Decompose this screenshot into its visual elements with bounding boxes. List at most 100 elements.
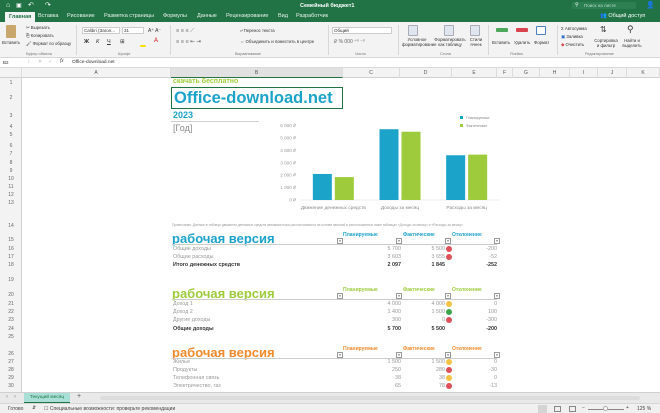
row-header-11[interactable]: 11 <box>0 184 22 190</box>
tab-draw[interactable]: Рисование <box>67 13 95 19</box>
copy-button[interactable]: ⎘ Копировать <box>26 33 54 38</box>
share-button[interactable]: 👥 Общий доступ <box>600 13 645 19</box>
row-header-21[interactable]: 21 <box>0 301 22 307</box>
row-header-4[interactable]: 4 <box>0 124 22 130</box>
fill-color-icon[interactable] <box>140 45 146 47</box>
find-select-button[interactable]: Найти и выделить <box>620 38 644 48</box>
cell-styles-button[interactable]: Стили ячеек <box>468 37 484 47</box>
increase-font-icon[interactable]: A⁺ A⁻ <box>148 28 161 34</box>
sort-filter-button[interactable]: Сортировка и фильтр <box>594 38 618 48</box>
redo-icon[interactable]: ↷ <box>45 1 51 9</box>
paste-icon[interactable] <box>6 25 16 38</box>
tab-data[interactable]: Данные <box>197 13 217 19</box>
row-header-26[interactable]: 26 <box>0 351 22 357</box>
search-box[interactable]: ⚲ Поиск на листе <box>572 2 636 9</box>
borders-icon[interactable]: ⊞ <box>120 39 125 45</box>
bold-icon[interactable]: Ж <box>84 39 89 45</box>
row-header-9[interactable]: 9 <box>0 168 22 174</box>
font-size-select[interactable]: 31 <box>122 27 144 34</box>
accessibility-status[interactable]: ☐ Специальные возможности: проверьте рек… <box>44 406 175 412</box>
scroll-right-icon[interactable]: › <box>14 394 16 400</box>
enter-icon[interactable]: ✓ <box>48 59 52 65</box>
conditional-format-icon[interactable] <box>408 25 418 36</box>
row-header-15[interactable]: 15 <box>0 237 22 243</box>
name-box[interactable]: B2 <box>3 60 9 65</box>
row-header-8[interactable]: 8 <box>0 160 22 166</box>
align-top-icons[interactable]: ≡ ≡ ≡ ⟋ <box>176 28 194 35</box>
row-header-14[interactable]: 14 <box>0 223 22 229</box>
row-header-23[interactable]: 23 <box>0 317 22 323</box>
tab-formulas[interactable]: Формулы <box>163 13 187 19</box>
row-header-13[interactable]: 13 <box>0 200 22 206</box>
column-header-k[interactable]: K <box>627 68 660 78</box>
tab-developer[interactable]: Разработчик <box>296 13 328 19</box>
save-icon[interactable]: ▣ <box>16 2 22 9</box>
tab-insert[interactable]: Вставка <box>38 13 58 19</box>
zoom-out-button[interactable]: − <box>582 405 585 411</box>
insert-cells-icon[interactable] <box>496 28 508 32</box>
column-header-b[interactable]: B <box>171 68 343 78</box>
format-cells-icon[interactable] <box>536 26 546 35</box>
column-header-d[interactable]: D <box>400 68 452 78</box>
number-format-select[interactable]: Общий <box>332 27 392 34</box>
row-header-30[interactable]: 30 <box>0 383 22 389</box>
format-as-table-button[interactable]: Форматировать как таблицу <box>434 37 466 47</box>
page-break-view-icon[interactable] <box>569 406 576 412</box>
insert-cells-button[interactable]: Вставить <box>492 40 510 45</box>
font-color-icon[interactable]: A <box>154 38 158 44</box>
row-header-28[interactable]: 28 <box>0 367 22 373</box>
horizontal-scrollbar[interactable] <box>100 396 640 400</box>
zoom-in-button[interactable]: + <box>626 405 629 411</box>
paste-button[interactable]: Вставить <box>2 40 20 45</box>
number-format-icons[interactable]: ₽ % 000 ⁺⁰ ⁻⁰ <box>334 39 365 45</box>
row-header-27[interactable]: 27 <box>0 359 22 365</box>
row-header-5[interactable]: 5 <box>0 132 22 138</box>
underline-icon[interactable]: Ч <box>107 39 111 45</box>
clear-button[interactable]: ◆ Очистить <box>561 42 584 48</box>
column-header-a[interactable]: A <box>22 68 171 78</box>
row-header-16[interactable]: 16 <box>0 246 22 252</box>
undo-icon[interactable]: ↶ <box>28 1 34 9</box>
column-header-j[interactable]: J <box>598 68 627 78</box>
column-header-h[interactable]: H <box>540 68 570 78</box>
tab-view[interactable]: Вид <box>278 13 288 19</box>
select-all-corner[interactable] <box>0 68 22 78</box>
cell-styles-icon[interactable] <box>470 25 480 36</box>
row-header-20[interactable]: 20 <box>0 292 22 298</box>
sheet-tab-current-month[interactable]: Текущий месяц <box>24 393 70 403</box>
selected-cell-b2[interactable]: Office-download.net <box>171 87 343 109</box>
row-header-25[interactable]: 25 <box>0 334 22 340</box>
row-header-2[interactable]: 2 <box>0 95 22 101</box>
row-header-29[interactable]: 29 <box>0 375 22 381</box>
tab-review[interactable]: Рецензирование <box>226 13 268 19</box>
cancel-icon[interactable]: ✕ <box>38 59 42 65</box>
column-header-e[interactable]: E <box>452 68 497 78</box>
row-header-10[interactable]: 10 <box>0 176 22 182</box>
formula-input[interactable]: Office-download.net <box>72 60 115 65</box>
format-table-icon[interactable] <box>444 25 454 36</box>
merge-center-button[interactable]: ⇔ Объединить и поместить в центре <box>240 39 314 44</box>
add-sheet-button[interactable]: + <box>77 393 81 400</box>
row-header-6[interactable]: 6 <box>0 143 22 149</box>
autosum-button[interactable]: Σ Автосумма <box>561 26 587 31</box>
zoom-level[interactable]: 125 % <box>637 406 651 412</box>
row-header-22[interactable]: 22 <box>0 309 22 315</box>
row-header-24[interactable]: 24 <box>0 326 22 332</box>
normal-view-icon[interactable] <box>538 405 547 413</box>
wrap-text-button[interactable]: ⤶ Перенос текста <box>240 28 275 33</box>
delete-cells-button[interactable]: Удалить <box>514 40 530 45</box>
name-box-dropdown-icon[interactable]: ⁝ <box>28 59 30 65</box>
row-header-7[interactable]: 7 <box>0 151 22 157</box>
user-icon[interactable]: 👤 <box>646 1 655 9</box>
align-left-icons[interactable]: ≡ ≡ ≡ ⇤ ⇥ <box>176 39 201 45</box>
budget-chart[interactable]: 0 ₽ 1 000 ₽ 2 000 ₽ 3 000 ₽ 4 000 ₽ 5 000 ₽ 6 … <box>260 110 530 225</box>
row-header-19[interactable]: 19 <box>0 277 22 283</box>
row-header-17[interactable]: 17 <box>0 254 22 260</box>
macro-record-icon[interactable]: ⇵ <box>32 405 36 411</box>
italic-icon[interactable]: К <box>96 39 99 45</box>
delete-cells-icon[interactable] <box>516 28 528 32</box>
tab-page-layout[interactable]: Разметка страницы <box>104 13 154 19</box>
row-header-3[interactable]: 3 <box>0 113 22 119</box>
zoom-slider-thumb[interactable] <box>603 406 608 411</box>
row-header-18[interactable]: 18 <box>0 262 22 268</box>
